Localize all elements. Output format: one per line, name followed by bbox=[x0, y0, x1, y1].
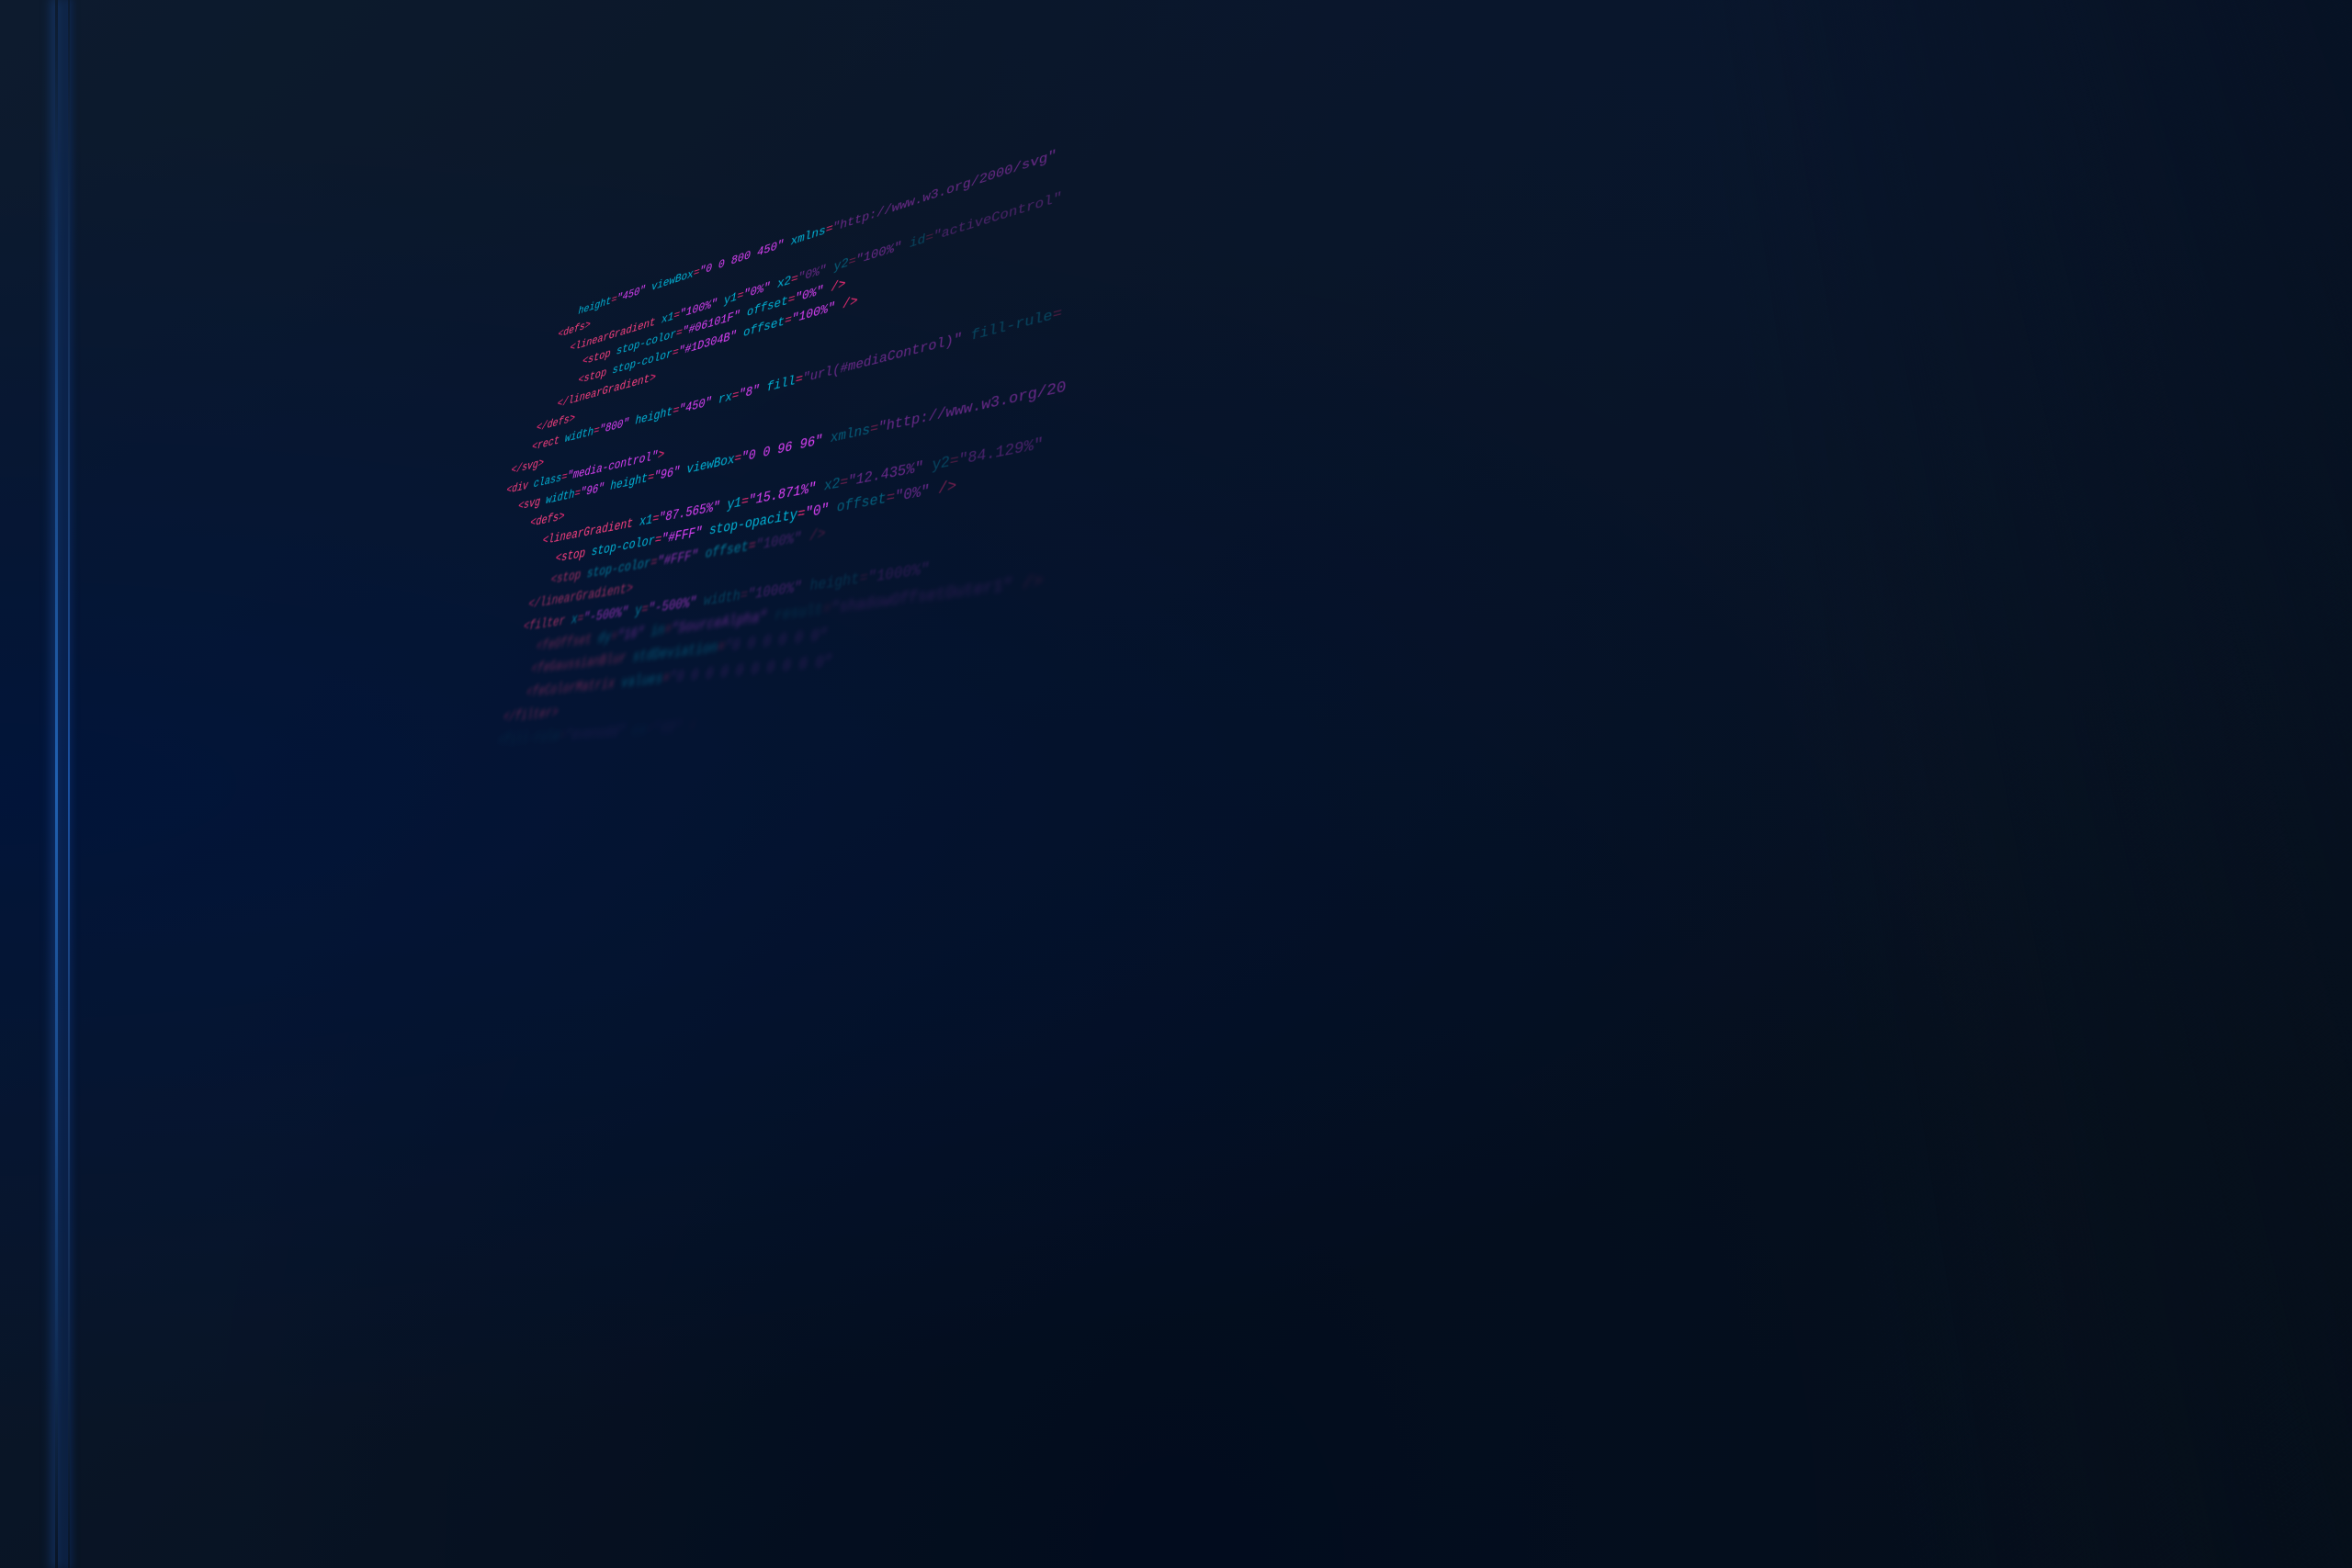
glow-line-left bbox=[55, 0, 58, 1568]
code-block: height="450" viewBox="0 0 800 450" xmlns… bbox=[231, 0, 2352, 1568]
code-screenshot: height="450" viewBox="0 0 800 450" xmlns… bbox=[0, 0, 2352, 1568]
